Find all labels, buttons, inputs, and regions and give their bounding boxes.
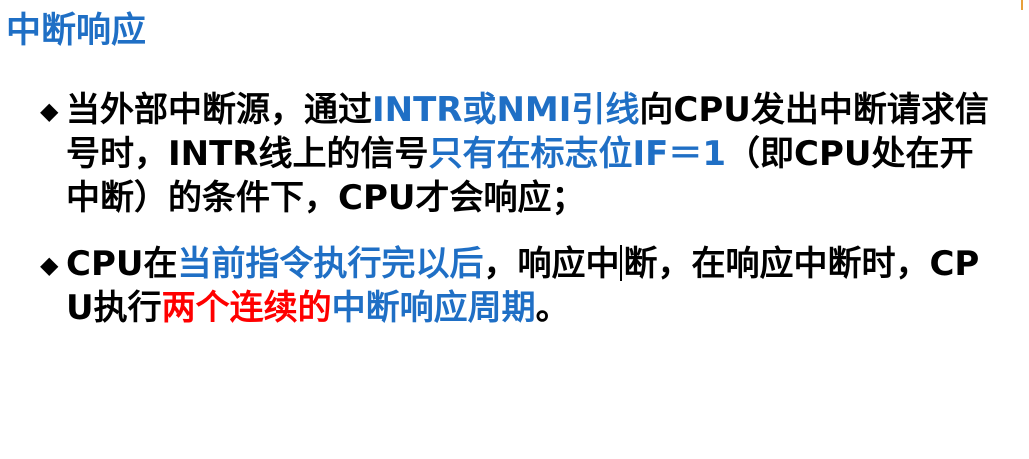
highlight-after-instruction: 当前指令执行完以后 xyxy=(177,244,484,284)
bullet-list: ◆ 当外部中断源，通过INTR或NMI引线向CPU发出中断请求信号时，INTR线… xyxy=(40,88,1025,330)
slide-title: 中断响应 xyxy=(6,11,147,51)
text-segment: ，响应中 xyxy=(483,244,620,284)
diamond-bullet-icon: ◆ xyxy=(40,97,59,125)
highlight-intr-nmi: INTR或NMI引线 xyxy=(372,90,640,130)
highlight-response-cycle: 中断响应周期 xyxy=(331,288,536,328)
text-segment: CPU在 xyxy=(66,244,178,284)
bullet-item-cpu-response: ◆ CPU在当前指令执行完以后，响应中 断，在响应中断时，CPU执行两个连续的中断… xyxy=(40,242,1006,330)
highlight-two-consecutive: 两个连续的 xyxy=(161,288,332,328)
text-segment: 当外部中断源，通过 xyxy=(66,90,372,130)
highlight-if-flag: 只有在标志位IF＝1 xyxy=(428,134,727,174)
corner-mark xyxy=(1021,0,1023,10)
text-segment: 。 xyxy=(535,288,570,328)
bullet-item-interrupt-source: ◆ 当外部中断源，通过INTR或NMI引线向CPU发出中断请求信号时，INTR线… xyxy=(40,88,1006,220)
diamond-bullet-icon: ◆ xyxy=(40,251,59,279)
